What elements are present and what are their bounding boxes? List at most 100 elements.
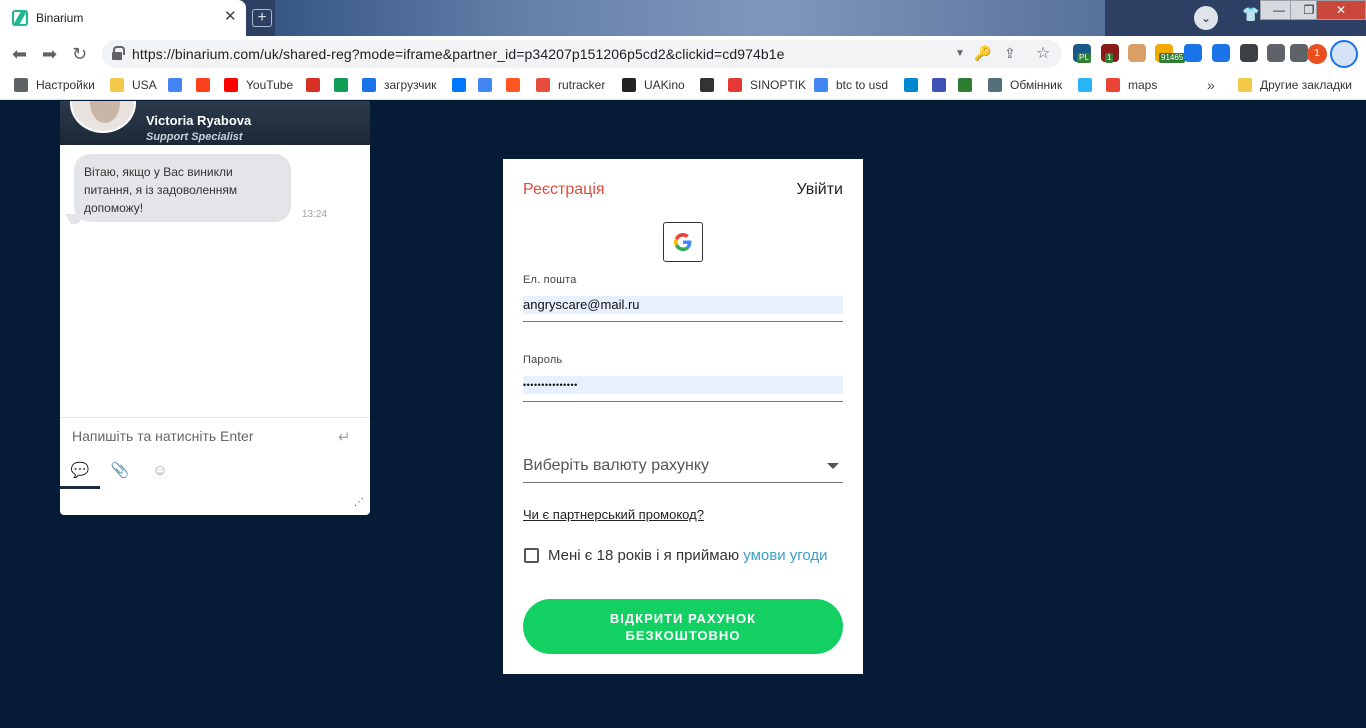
bookmark-item[interactable] <box>452 78 474 92</box>
agree-text: Мені є 18 років і я приймаю умови угоди <box>548 547 828 564</box>
bookmark-item[interactable] <box>932 78 954 92</box>
forward-arrow-icon[interactable]: ➡ <box>42 44 57 64</box>
map-pin-icon <box>1106 78 1120 92</box>
infinity-icon <box>362 78 376 92</box>
bookmark-label: USA <box>132 78 157 92</box>
bookmark-item[interactable]: YouTube <box>224 78 293 92</box>
bookmark-item[interactable]: UAKino <box>622 78 685 92</box>
bookmark-item[interactable] <box>700 78 722 92</box>
bookmarks-bar: Настройки USA YouTube загрузчик rutracker UAK… <box>0 72 1366 100</box>
bookmark-item[interactable] <box>196 78 218 92</box>
agent-avatar <box>70 101 136 133</box>
chevron-down-icon <box>827 463 839 469</box>
bookmark-item[interactable] <box>306 78 328 92</box>
tab-register[interactable]: Реєстрація <box>523 181 605 199</box>
registration-form: Реєстрація Увійти Ел. пошта angryscare@m… <box>503 159 863 674</box>
url-text[interactable]: https://binarium.com/uk/shared-reg?mode=… <box>132 46 785 62</box>
browser-toolbar: ⬅ ➡ ↻ https://binarium.com/uk/shared-reg… <box>0 36 1366 72</box>
google-icon <box>674 233 692 251</box>
profile-menu-icon[interactable]: ⌄ <box>1194 6 1218 30</box>
extension-badge: 1 <box>1105 53 1114 63</box>
other-bookmarks[interactable]: Другие закладки <box>1238 78 1352 92</box>
background-tabs <box>275 0 1105 36</box>
new-tab-button[interactable]: + <box>252 9 272 27</box>
p-icon <box>904 78 918 92</box>
bookmark-item[interactable]: rutracker <box>536 78 605 92</box>
asterisk-icon <box>1078 78 1092 92</box>
bookmark-item[interactable] <box>334 78 356 92</box>
bookmark-star-icon[interactable]: ☆ <box>1036 43 1050 63</box>
v-icon[interactable] <box>1212 44 1230 62</box>
star-icon <box>536 78 550 92</box>
bookmark-item[interactable] <box>506 78 528 92</box>
bookmarks-overflow-icon[interactable]: » <box>1207 77 1215 93</box>
bookmark-label: rutracker <box>558 78 606 92</box>
shirt-icon: 👕 <box>1242 6 1260 22</box>
password-label: Пароль <box>523 354 563 366</box>
bookmark-label: YouTube <box>246 78 294 92</box>
smiley-icon[interactable]: ☺ <box>140 457 180 489</box>
bookmark-label: UAKino <box>644 78 685 92</box>
puzzle-icon[interactable] <box>1267 44 1285 62</box>
open-account-button[interactable]: ВІДКРИТИ РАХУНОК БЕЗКОШТОВНО <box>523 599 843 654</box>
playlist-icon[interactable] <box>1290 44 1308 62</box>
notification-badge[interactable]: 1 <box>1307 44 1327 64</box>
pixel-face-icon[interactable] <box>1128 44 1146 62</box>
bookmark-item[interactable] <box>958 78 980 92</box>
resize-handle-icon[interactable]: ⋰ <box>354 497 364 508</box>
share-icon[interactable]: ⇪ <box>1004 45 1016 62</box>
tab-title: Binarium <box>36 11 84 25</box>
bookmark-label: SINOPTIK <box>750 78 807 92</box>
bookmark-item[interactable]: btc to usd <box>814 78 888 92</box>
bookmark-item[interactable]: USA <box>110 78 157 92</box>
bookmark-item[interactable]: maps <box>1106 78 1157 92</box>
terms-link[interactable]: умови угоди <box>743 547 827 564</box>
password-field[interactable]: ••••••••••••••• <box>523 376 843 394</box>
enter-icon[interactable]: ↵ <box>338 428 351 446</box>
reload-icon[interactable]: ↻ <box>72 44 87 64</box>
key-icon[interactable]: 🔑 <box>974 45 991 62</box>
address-bar[interactable]: https://binarium.com/uk/shared-reg?mode=… <box>102 40 1062 68</box>
email-label: Ел. пошта <box>523 274 577 286</box>
chat-bubbles-icon[interactable]: 💬 <box>60 457 100 489</box>
profile-avatar-icon[interactable] <box>1330 40 1358 68</box>
window-close-button[interactable]: ✕ <box>1316 0 1366 20</box>
bookmark-item[interactable]: SINOPTIK <box>728 78 806 92</box>
lock-icon[interactable] <box>112 46 125 60</box>
promo-code-link[interactable]: Чи є партнерський промокод? <box>523 507 704 522</box>
agree-checkbox[interactable] <box>524 548 539 563</box>
bookmark-item[interactable] <box>904 78 926 92</box>
back-arrow-icon[interactable]: ⬅ <box>12 44 27 64</box>
drive-icon <box>334 78 348 92</box>
bookmark-item[interactable] <box>1078 78 1100 92</box>
bookmark-item[interactable] <box>168 78 190 92</box>
google-signin-button[interactable] <box>663 222 703 262</box>
submit-line-1: ВІДКРИТИ РАХУНОК <box>609 611 757 626</box>
folder-icon <box>1238 78 1252 92</box>
terminal-icon[interactable] <box>1240 44 1258 62</box>
bookmark-item[interactable]: загрузчик <box>362 78 436 92</box>
chat-input-placeholder[interactable]: Напишіть та натисніть Enter <box>72 428 254 444</box>
youtube-icon <box>224 78 238 92</box>
currency-select[interactable]: Виберіть валюту рахунку <box>523 453 843 483</box>
google-icon <box>814 78 828 92</box>
tab-close-icon[interactable]: ✕ <box>224 9 237 25</box>
tab-login[interactable]: Увійти <box>796 181 843 199</box>
dropdown-caret-icon[interactable]: ▼ <box>955 48 965 59</box>
chat-header: Victoria Ryabova Support Specialist <box>60 101 370 145</box>
f-icon <box>506 78 520 92</box>
chat-widget: Victoria Ryabova Support Specialist Віта… <box>60 101 370 515</box>
other-bookmarks-label: Другие закладки <box>1260 78 1352 92</box>
active-tab[interactable]: Binarium ✕ <box>0 0 246 36</box>
bookmark-label: btc to usd <box>836 78 889 92</box>
gmail-icon <box>306 78 320 92</box>
google-icon <box>168 78 182 92</box>
bookmark-item[interactable]: Настройки <box>14 78 95 92</box>
extension-badge: PL <box>1077 53 1091 63</box>
chat-input[interactable]: Напишіть та натисніть Enter ↵ <box>60 417 370 457</box>
bookmark-item[interactable] <box>478 78 500 92</box>
email-field[interactable]: angryscare@mail.ru <box>523 296 843 314</box>
paperclip-icon[interactable]: 📎 <box>100 457 140 489</box>
bookmark-item[interactable]: Обмінник <box>988 78 1062 92</box>
download-icon[interactable] <box>1184 44 1202 62</box>
